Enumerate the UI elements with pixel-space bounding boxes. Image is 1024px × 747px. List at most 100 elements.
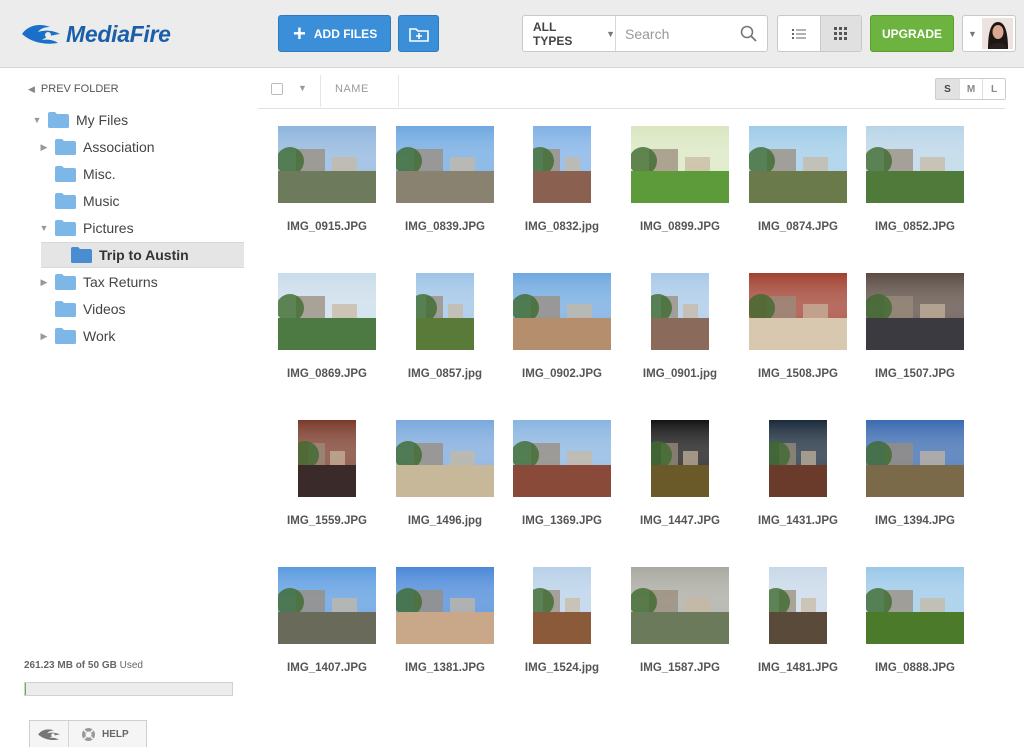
- file-tile[interactable]: IMG_1447.JPG: [621, 403, 739, 543]
- file-tile[interactable]: IMG_0832.jpg: [503, 109, 621, 249]
- chevron-right-icon[interactable]: ▶: [39, 277, 49, 288]
- file-name[interactable]: IMG_0857.jpg: [386, 368, 504, 380]
- file-tile[interactable]: IMG_0899.JPG: [621, 109, 739, 249]
- sidebar-item-music[interactable]: Music: [0, 188, 244, 214]
- mediafire-logo[interactable]: MediaFire: [20, 18, 171, 50]
- file-name[interactable]: IMG_1587.JPG: [621, 662, 739, 674]
- sidebar-item-tax-returns[interactable]: ▶ Tax Returns: [0, 269, 244, 295]
- chevron-left-icon: ◀: [28, 83, 35, 94]
- thumb-size-m-button[interactable]: M: [959, 79, 982, 99]
- file-name[interactable]: IMG_0915.JPG: [268, 221, 386, 233]
- file-tile[interactable]: IMG_1524.jpg: [503, 550, 621, 690]
- chevron-right-icon[interactable]: ▶: [39, 331, 49, 342]
- file-list-header: ▼ NAME SML: [258, 69, 1006, 109]
- sidebar-item-my-files[interactable]: ▼ My Files: [0, 107, 244, 133]
- file-name[interactable]: IMG_0899.JPG: [621, 221, 739, 233]
- file-tile[interactable]: IMG_1508.JPG: [739, 256, 857, 396]
- mediafire-home-button[interactable]: [30, 721, 69, 747]
- grid-view-button[interactable]: [819, 16, 861, 51]
- file-name[interactable]: IMG_1394.JPG: [856, 515, 974, 527]
- file-name[interactable]: IMG_1481.JPG: [739, 662, 857, 674]
- file-tile[interactable]: IMG_0852.JPG: [856, 109, 974, 249]
- divider: [398, 75, 399, 107]
- file-tile[interactable]: IMG_1507.JPG: [856, 256, 974, 396]
- help-button[interactable]: HELP: [69, 721, 146, 747]
- file-tile[interactable]: IMG_0902.JPG: [503, 256, 621, 396]
- file-name[interactable]: IMG_1524.jpg: [503, 662, 621, 674]
- search-input[interactable]: [619, 18, 737, 49]
- photo-thumbnail: [866, 272, 964, 350]
- file-name[interactable]: IMG_0852.JPG: [856, 221, 974, 233]
- select-all-checkbox[interactable]: [271, 83, 283, 95]
- file-name[interactable]: IMG_1431.JPG: [739, 515, 857, 527]
- file-tile[interactable]: IMG_1587.JPG: [621, 550, 739, 690]
- file-tile[interactable]: IMG_1559.JPG: [268, 403, 386, 543]
- file-name[interactable]: IMG_0869.JPG: [268, 368, 386, 380]
- photo-thumbnail: [533, 125, 591, 203]
- thumb-size-l-button[interactable]: L: [982, 79, 1005, 99]
- photo-thumbnail: [749, 272, 847, 350]
- chevron-right-icon[interactable]: ▶: [39, 142, 49, 153]
- top-bar: MediaFire + ADD FILES ALL TYPES ▼ Search…: [0, 0, 1024, 68]
- chevron-down-icon: ▼: [606, 28, 615, 39]
- file-tile[interactable]: IMG_1394.JPG: [856, 403, 974, 543]
- file-tile[interactable]: IMG_0901.jpg: [621, 256, 739, 396]
- add-files-button[interactable]: + ADD FILES: [278, 15, 391, 52]
- file-tile[interactable]: IMG_0839.JPG: [386, 109, 504, 249]
- photo-thumbnail: [278, 272, 376, 350]
- search-box: ALL TYPES ▼: [522, 15, 768, 52]
- upgrade-button[interactable]: UPGRADE: [870, 15, 954, 52]
- thumbnail-frame: [386, 124, 504, 204]
- file-name[interactable]: IMG_1407.JPG: [268, 662, 386, 674]
- storage-usage-fill: [25, 683, 27, 695]
- sidebar-item-pictures[interactable]: ▼ Pictures: [0, 215, 244, 241]
- file-name[interactable]: IMG_0839.JPG: [386, 221, 504, 233]
- account-menu-button[interactable]: ▼: [962, 15, 1016, 52]
- file-name[interactable]: IMG_0888.JPG: [856, 662, 974, 674]
- file-name[interactable]: IMG_1369.JPG: [503, 515, 621, 527]
- file-type-dropdown[interactable]: ALL TYPES ▼: [523, 16, 616, 51]
- chevron-down-icon: ▼: [968, 29, 977, 39]
- file-tile[interactable]: IMG_0888.JPG: [856, 550, 974, 690]
- chevron-down-icon[interactable]: ▼: [32, 115, 42, 125]
- photo-thumbnail: [513, 419, 611, 497]
- selection-menu-chevron-icon[interactable]: ▼: [298, 83, 307, 93]
- file-tile[interactable]: IMG_1407.JPG: [268, 550, 386, 690]
- sidebar-item-misc[interactable]: Misc.: [0, 161, 244, 187]
- file-name[interactable]: IMG_0901.jpg: [621, 368, 739, 380]
- file-tile[interactable]: IMG_1381.JPG: [386, 550, 504, 690]
- sidebar-item-trip-to-austin[interactable]: Trip to Austin: [41, 242, 244, 268]
- thumb-size-s-button[interactable]: S: [936, 79, 959, 99]
- file-tile[interactable]: IMG_1369.JPG: [503, 403, 621, 543]
- file-name[interactable]: IMG_1447.JPG: [621, 515, 739, 527]
- file-tile[interactable]: IMG_0857.jpg: [386, 256, 504, 396]
- file-name[interactable]: IMG_1381.JPG: [386, 662, 504, 674]
- file-name[interactable]: IMG_1559.JPG: [268, 515, 386, 527]
- sidebar-item-association[interactable]: ▶ Association: [0, 134, 244, 160]
- name-column-header[interactable]: NAME: [335, 83, 369, 95]
- file-name[interactable]: IMG_0832.jpg: [503, 221, 621, 233]
- file-tile[interactable]: IMG_0869.JPG: [268, 256, 386, 396]
- file-tile[interactable]: IMG_1481.JPG: [739, 550, 857, 690]
- photo-thumbnail: [396, 419, 494, 497]
- folder-icon: [55, 139, 76, 155]
- file-tile[interactable]: IMG_0915.JPG: [268, 109, 386, 249]
- chevron-down-icon[interactable]: ▼: [39, 223, 49, 233]
- sidebar-item-work[interactable]: ▶ Work: [0, 323, 244, 349]
- thumbnail-frame: [268, 565, 386, 645]
- sidebar-item-videos[interactable]: Videos: [0, 296, 244, 322]
- file-tile[interactable]: IMG_1496.jpg: [386, 403, 504, 543]
- search-icon[interactable]: [740, 25, 757, 42]
- file-tile[interactable]: IMG_0874.JPG: [739, 109, 857, 249]
- file-tile[interactable]: IMG_1431.JPG: [739, 403, 857, 543]
- new-folder-button[interactable]: [398, 15, 439, 52]
- file-name[interactable]: IMG_0874.JPG: [739, 221, 857, 233]
- prev-folder-link[interactable]: ◀ PREV FOLDER: [28, 83, 119, 95]
- photo-thumbnail: [278, 125, 376, 203]
- file-name[interactable]: IMG_1507.JPG: [856, 368, 974, 380]
- sidebar-footer: HELP: [29, 720, 147, 747]
- file-name[interactable]: IMG_0902.JPG: [503, 368, 621, 380]
- list-view-button[interactable]: [778, 16, 820, 51]
- file-name[interactable]: IMG_1508.JPG: [739, 368, 857, 380]
- file-name[interactable]: IMG_1496.jpg: [386, 515, 504, 527]
